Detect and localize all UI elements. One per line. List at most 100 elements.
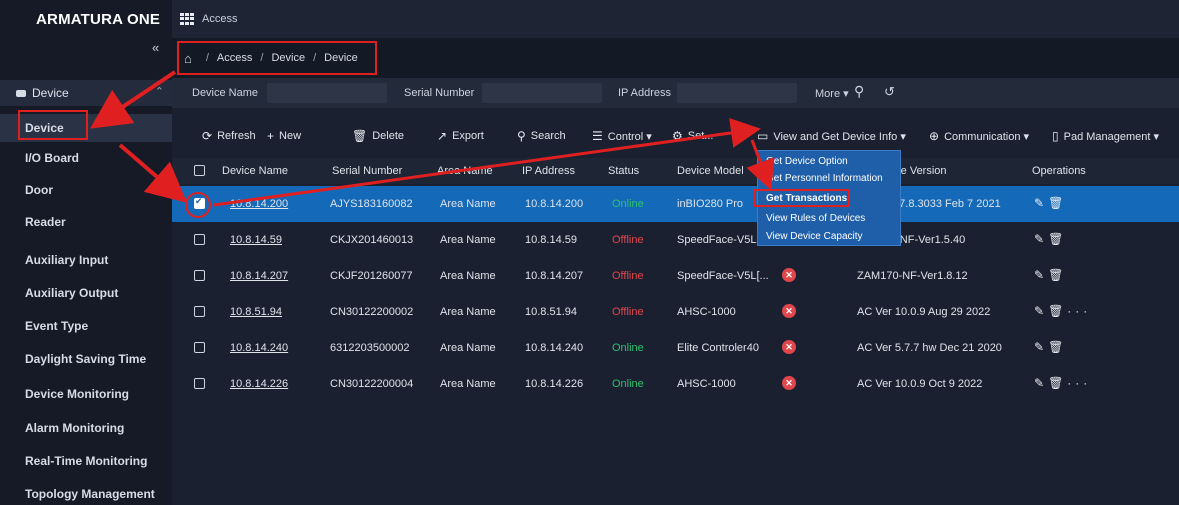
more-icon[interactable]: ··· xyxy=(1067,304,1091,318)
trash-icon: 🗑 xyxy=(352,129,368,143)
table-row[interactable]: 10.8.14.226 CN30122200004 Area Name 10.8.14… xyxy=(172,366,1179,402)
sidebar-item-io-board[interactable]: I/O Board xyxy=(0,144,172,172)
export-icon: ↗ xyxy=(437,129,448,143)
status-badge: Online xyxy=(612,342,644,354)
row-checkbox[interactable] xyxy=(194,306,205,317)
edit-icon[interactable]: ✎ xyxy=(1034,196,1048,210)
search-icon: ⚲ xyxy=(517,129,526,143)
export-button[interactable]: ↗ Export xyxy=(437,129,484,143)
col-operations: Operations xyxy=(1032,165,1086,177)
ip-address-cell: 10.8.14.207 xyxy=(525,270,584,282)
search-button[interactable]: ⚲ Search xyxy=(517,129,566,143)
delete-icon[interactable]: 🗑 xyxy=(1048,268,1067,282)
col-firmware-version[interactable]: re Version xyxy=(897,165,947,177)
table-row[interactable]: 10.8.51.94 CN30122200002 Area Name 10.8.51.… xyxy=(172,294,1179,330)
select-all-checkbox[interactable] xyxy=(194,165,205,176)
sidebar-group-device[interactable]: Device ⌃ xyxy=(0,80,172,106)
device-name-link[interactable]: 10.8.14.200 xyxy=(230,198,288,210)
export-label: Export xyxy=(452,130,484,142)
status-badge: Online xyxy=(612,198,644,210)
error-icon: ✕ xyxy=(782,340,796,354)
setup-menu-button[interactable]: ⚙ Set... xyxy=(672,129,713,143)
row-operations: ✎🗑··· xyxy=(1034,304,1091,318)
row-checkbox[interactable] xyxy=(194,378,205,389)
menu-item-get-personnel-information[interactable]: Get Personnel Information xyxy=(766,173,883,184)
col-serial-number[interactable]: Serial Number xyxy=(332,165,402,177)
pad-management-menu-button[interactable]: ▯ Pad Management ▾ xyxy=(1052,129,1159,143)
sidebar-item-daylight-saving-time[interactable]: Daylight Saving Time xyxy=(0,345,172,373)
error-icon: ✕ xyxy=(782,304,796,318)
firmware-version-cell: 0-NF-Ver1.5.40 xyxy=(890,234,966,246)
edit-icon[interactable]: ✎ xyxy=(1034,340,1048,354)
module-title[interactable]: Access xyxy=(202,13,237,25)
device-name-label: Device Name xyxy=(192,87,259,99)
table-row[interactable]: 10.8.14.200 AJYS183160082 Area Name 10.8.14… xyxy=(172,186,1179,222)
device-name-input[interactable] xyxy=(267,83,387,103)
sidebar-item-device-monitoring[interactable]: Device Monitoring xyxy=(0,380,172,408)
more-filters-button[interactable]: More ▾ xyxy=(815,87,849,100)
firmware-version-cell: 5.7.8.3033 Feb 7 2021 xyxy=(890,198,1001,210)
more-icon[interactable]: ··· xyxy=(1067,376,1091,390)
table-row[interactable]: 10.8.14.207 CKJF201260077 Area Name 10.8.14… xyxy=(172,258,1179,294)
delete-button[interactable]: 🗑 Delete xyxy=(352,129,404,143)
device-model-cell: SpeedFace-V5L[... xyxy=(677,270,769,282)
sidebar-item-reader[interactable]: Reader xyxy=(0,208,172,236)
breadcrumb-highlight xyxy=(177,41,377,75)
delete-icon[interactable]: 🗑 xyxy=(1048,376,1067,390)
delete-icon[interactable]: 🗑 xyxy=(1048,340,1067,354)
col-status[interactable]: Status xyxy=(608,165,639,177)
sidebar-item-auxiliary-output[interactable]: Auxiliary Output xyxy=(0,279,172,307)
edit-icon[interactable]: ✎ xyxy=(1034,376,1048,390)
device-name-link[interactable]: 10.8.14.59 xyxy=(230,234,282,246)
col-device-model[interactable]: Device Model xyxy=(677,165,744,177)
sidebar-item-alarm-monitoring[interactable]: Alarm Monitoring xyxy=(0,414,172,442)
view-get-device-info-button[interactable]: ▭ View and Get Device Info ▾ xyxy=(757,129,906,143)
row-checkbox[interactable] xyxy=(194,234,205,245)
col-device-name[interactable]: Device Name xyxy=(222,165,288,177)
device-name-link[interactable]: 10.8.14.207 xyxy=(230,270,288,282)
sidebar-item-topology-management[interactable]: Topology Management xyxy=(0,480,172,505)
edit-icon[interactable]: ✎ xyxy=(1034,232,1048,246)
device-name-link[interactable]: 10.8.14.226 xyxy=(230,378,288,390)
refresh-icon: ⟳ xyxy=(202,129,213,143)
device-name-link[interactable]: 10.8.14.240 xyxy=(230,342,288,354)
status-badge: Online xyxy=(612,378,644,390)
get-transactions-highlight xyxy=(754,189,850,207)
delete-icon[interactable]: 🗑 xyxy=(1048,304,1067,318)
serial-number-input[interactable] xyxy=(482,83,602,103)
table-row[interactable]: 10.8.14.240 6312203500002 Area Name 10.8.14… xyxy=(172,330,1179,366)
edit-icon[interactable]: ✎ xyxy=(1034,304,1048,318)
sidebar: ARMATURA ONE « Device ⌃ Device I/O Board… xyxy=(0,0,172,505)
refresh-label: Refresh xyxy=(217,130,256,142)
filter-bar: Device Name Serial Number IP Address Mor… xyxy=(172,78,1179,108)
row-checkbox[interactable] xyxy=(194,342,205,353)
sidebar-item-auxiliary-input[interactable]: Auxiliary Input xyxy=(0,246,172,274)
row-checkbox[interactable] xyxy=(194,270,205,281)
communication-label: Communication ▾ xyxy=(944,130,1030,143)
new-button[interactable]: + New xyxy=(267,129,301,143)
menu-item-get-device-option[interactable]: Get Device Option xyxy=(766,156,848,167)
menu-item-view-rules-of-devices[interactable]: View Rules of Devices xyxy=(766,213,865,224)
search-icon[interactable]: ⚲ xyxy=(854,83,864,100)
device-info-icon: ▭ xyxy=(757,129,769,143)
apps-grid-icon[interactable] xyxy=(180,13,194,25)
device-group-icon xyxy=(16,89,26,97)
sidebar-item-door[interactable]: Door xyxy=(0,176,172,204)
delete-icon[interactable]: 🗑 xyxy=(1048,232,1067,246)
col-ip-address[interactable]: IP Address xyxy=(522,165,575,177)
device-name-link[interactable]: 10.8.51.94 xyxy=(230,306,282,318)
collapse-sidebar-icon[interactable]: « xyxy=(152,40,159,55)
col-area-name[interactable]: Area Name xyxy=(437,165,493,177)
control-menu-button[interactable]: ☰ Control ▾ xyxy=(592,129,652,143)
firmware-version-cell: AC Ver 5.7.7 hw Dec 21 2020 xyxy=(857,342,1002,354)
reset-icon[interactable]: ↺ xyxy=(884,84,895,100)
ip-address-input[interactable] xyxy=(677,83,797,103)
communication-menu-button[interactable]: ⊕ Communication ▾ xyxy=(929,129,1029,143)
sidebar-item-real-time-monitoring[interactable]: Real-Time Monitoring xyxy=(0,447,172,475)
sidebar-item-event-type[interactable]: Event Type xyxy=(0,312,172,340)
refresh-button[interactable]: ⟳ Refresh xyxy=(202,129,256,143)
table-row[interactable]: 10.8.14.59 CKJX201460013 Area Name 10.8.14.… xyxy=(172,222,1179,258)
delete-icon[interactable]: 🗑 xyxy=(1048,196,1067,210)
menu-item-view-device-capacity[interactable]: View Device Capacity xyxy=(766,231,863,242)
edit-icon[interactable]: ✎ xyxy=(1034,268,1048,282)
